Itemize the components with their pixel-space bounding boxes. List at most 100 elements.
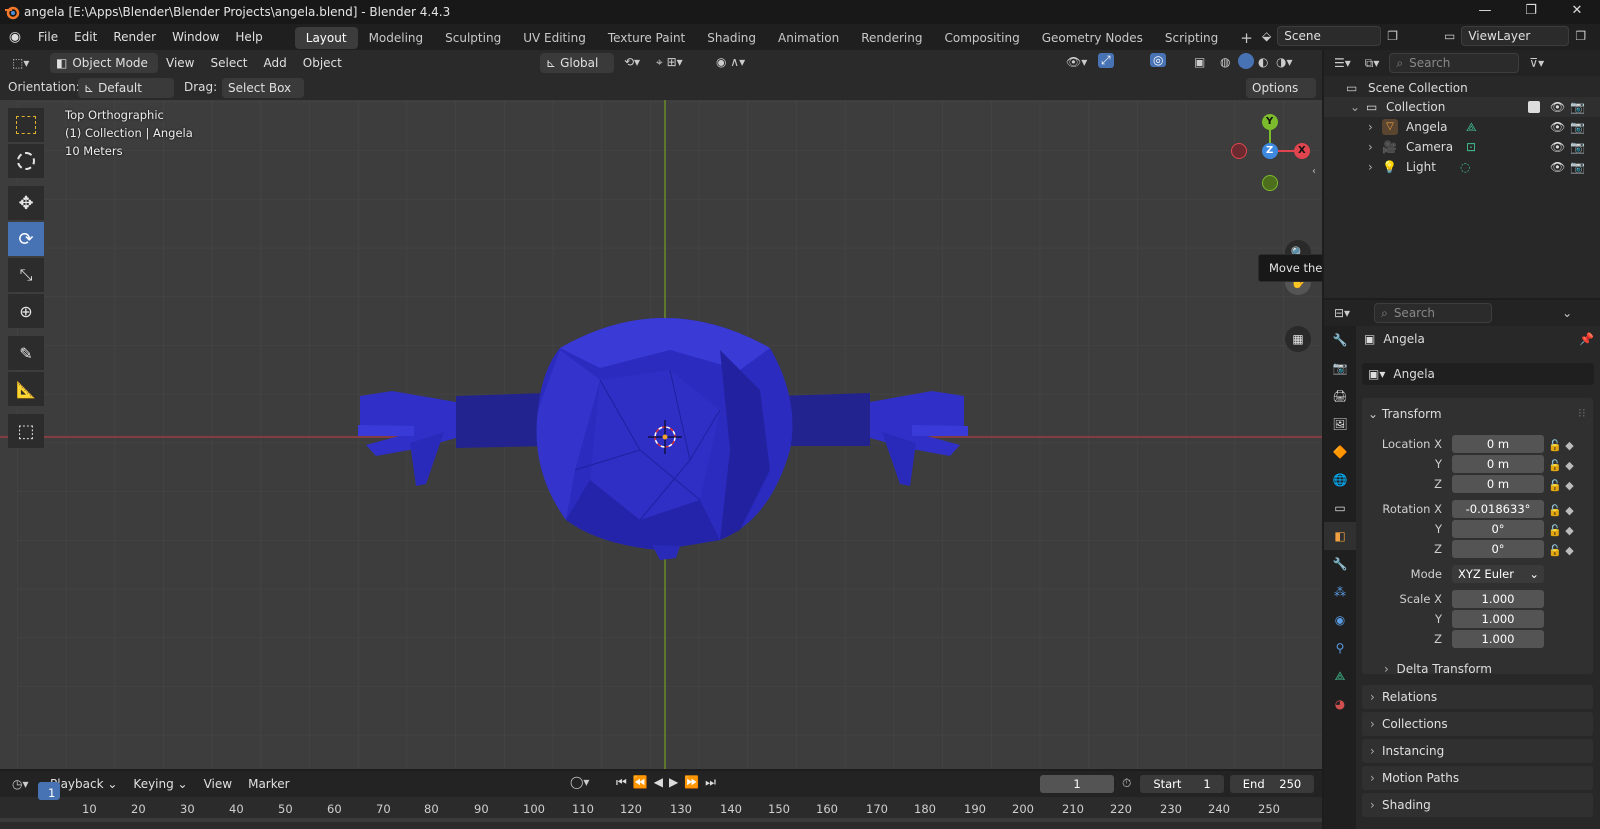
preview-range-icon[interactable]: ⏱ (1122, 776, 1131, 791)
measure-tool[interactable]: 📐 (8, 372, 44, 406)
tab-physics[interactable]: ◉ (1324, 606, 1356, 634)
scene-icon[interactable]: ⬙ (1262, 29, 1271, 43)
outliner-item-angela[interactable]: › ▽ Angela ⟁ 👁 📷 (1324, 117, 1600, 137)
select-box-tool[interactable] (8, 108, 44, 142)
outliner-item-camera[interactable]: › 🎥 Camera ⊡ 👁 📷 (1324, 137, 1600, 157)
new-scene-icon[interactable]: ❐ (1387, 29, 1398, 43)
collection-checkbox[interactable] (1528, 101, 1540, 113)
transform-orientation-selector[interactable]: ⊾ Global (540, 53, 614, 73)
menu-help[interactable]: Help (227, 24, 270, 50)
delta-transform-header[interactable]: › Delta Transform (1384, 662, 1492, 676)
location-z-field[interactable]: 0 m (1452, 475, 1544, 493)
minimize-button[interactable]: — (1462, 0, 1508, 24)
angela-eye-icon[interactable]: 👁 (1550, 117, 1565, 137)
tab-data[interactable]: ⟁ (1324, 662, 1356, 690)
lock-icon[interactable]: 🔓 ◆ (1548, 501, 1574, 521)
expand-icon[interactable]: › (1368, 137, 1373, 157)
filter-icon[interactable]: ⊽▾ (1529, 56, 1544, 70)
tab-uv-editing[interactable]: UV Editing (512, 27, 597, 49)
expand-icon[interactable]: › (1368, 117, 1373, 137)
maximize-button[interactable]: ❐ (1508, 0, 1554, 24)
rotation-mode-dropdown[interactable]: XYZ Euler ⌄ (1452, 565, 1544, 583)
menu-window[interactable]: Window (164, 24, 227, 50)
tab-layout[interactable]: Layout (294, 27, 358, 49)
location-x-field[interactable]: 0 m (1452, 435, 1544, 453)
tab-render[interactable]: 📷 (1324, 354, 1356, 382)
collections-section[interactable]: › Collections (1362, 712, 1593, 736)
3d-viewport[interactable]: ⬚▾ ◧ Object Mode View Select Add Object ⊾… (0, 50, 1322, 769)
tab-geometry-nodes[interactable]: Geometry Nodes (1031, 27, 1154, 49)
scene-collection-row[interactable]: ▭ Scene Collection (1324, 78, 1600, 98)
timeline-menu-marker[interactable]: Marker (240, 771, 297, 797)
shading-solid-icon[interactable] (1238, 53, 1254, 69)
expand-icon[interactable]: › (1368, 157, 1373, 177)
shading-section[interactable]: › Shading (1362, 793, 1593, 817)
drag-dropdown[interactable]: Select Box (222, 78, 304, 98)
location-y-field[interactable]: 0 m (1452, 455, 1544, 473)
collection-eye-icon[interactable]: 👁 (1550, 97, 1565, 117)
rotation-x-field[interactable]: -0.018633° (1452, 500, 1544, 518)
options-dropdown[interactable]: Options (1246, 78, 1316, 98)
properties-search[interactable]: ⌕ Search (1374, 303, 1493, 323)
tab-rendering[interactable]: Rendering (850, 27, 933, 49)
pivot-icon[interactable]: ⟲▾ (624, 55, 640, 69)
scene-selector[interactable]: Scene (1277, 26, 1382, 46)
playback-controls[interactable]: ⏮⏪◀▶⏩⏭ (616, 775, 722, 790)
sidebar-toggle-icon[interactable]: ‹ (1312, 166, 1316, 177)
pin-icon[interactable]: 📌 (1579, 332, 1594, 346)
tab-object[interactable]: ◧ (1324, 522, 1356, 550)
viewport-menu-select[interactable]: Select (202, 50, 255, 76)
viewport-menu-object[interactable]: Object (295, 50, 350, 76)
tab-output[interactable]: 🖨 (1324, 382, 1356, 410)
outliner-search[interactable]: ⌕ Search (1389, 53, 1520, 73)
tab-material[interactable]: ◕ (1324, 690, 1356, 718)
toggle-camera-button[interactable]: ▦ (1285, 326, 1311, 352)
tab-modeling[interactable]: Modeling (358, 27, 435, 49)
timeline-scrollbar[interactable] (0, 818, 1322, 822)
add-workspace-icon[interactable]: + (1229, 27, 1264, 49)
mesh-data-icon[interactable]: ⟁ (1466, 117, 1477, 137)
visibility-icon[interactable]: 👁▾ (1066, 55, 1087, 69)
rotation-y-field[interactable]: 0° (1452, 520, 1544, 538)
xray-icon[interactable]: ▣ (1194, 55, 1205, 69)
add-cube-tool[interactable]: ⬚ (8, 414, 44, 448)
tab-constraints[interactable]: ⚲ (1324, 634, 1356, 662)
tab-world[interactable]: 🌐 (1324, 466, 1356, 494)
proportional-edit-icon[interactable]: ◉ ∧▾ (716, 55, 745, 69)
overlays-toggle-icon[interactable]: ◎ (1150, 53, 1167, 67)
panel-drag-icon[interactable]: ⁝⁝ (1578, 406, 1586, 420)
cursor-tool[interactable] (8, 144, 44, 178)
tab-particles[interactable]: ⁂ (1324, 578, 1356, 606)
properties-editor-icon[interactable]: ⊟▾ (1334, 306, 1350, 320)
gizmo-toggle-icon[interactable]: ⤢ (1098, 53, 1114, 68)
snap-icon[interactable]: ⌖ ⊞▾ (656, 55, 683, 70)
camera-render-icon[interactable]: 📷 (1570, 137, 1585, 157)
tab-scene[interactable]: 🔶 (1324, 438, 1356, 466)
instancing-section[interactable]: › Instancing (1362, 739, 1593, 763)
orientation-dropdown[interactable]: ⊾ Default (78, 78, 174, 98)
viewlayer-selector[interactable]: ViewLayer (1461, 26, 1570, 46)
blender-menu-icon[interactable]: ◉ (0, 29, 30, 45)
timeline-menu-keying[interactable]: Keying ⌄ (125, 771, 195, 797)
collection-expand-icon[interactable]: ⌄ (1350, 97, 1360, 117)
relations-section[interactable]: › Relations (1362, 685, 1593, 709)
collection-row[interactable]: ⌄ ▭ Collection 👁 📷 (1324, 97, 1600, 117)
collection-camera-icon[interactable]: 📷 (1570, 97, 1585, 117)
light-data-icon[interactable]: ◌ (1460, 157, 1470, 177)
camera-data-icon[interactable]: ⊡ (1466, 137, 1476, 157)
viewport-menu-view[interactable]: View (158, 50, 202, 76)
move-tool[interactable]: ✥ (8, 186, 44, 220)
start-frame-field[interactable]: Start 1 (1140, 775, 1224, 793)
scale-tool[interactable]: ⤡ (8, 258, 44, 292)
outliner-item-light[interactable]: › 💡 Light ◌ 👁 📷 (1324, 157, 1600, 177)
scale-y-field[interactable]: 1.000 (1452, 610, 1544, 628)
shading-rendered-icon[interactable]: ◑▾ (1276, 55, 1293, 69)
transform-tool[interactable]: ⊕ (8, 294, 44, 328)
object-datablock-field[interactable]: ▣▾ Angela (1362, 363, 1594, 385)
outliner-editor-icon[interactable]: ☰▾ (1334, 56, 1351, 70)
lock-icon[interactable]: 🔓 ◆ (1548, 436, 1574, 456)
properties-options-icon[interactable]: ⌄ (1562, 306, 1572, 320)
tab-compositing[interactable]: Compositing (933, 27, 1030, 49)
lock-icon[interactable]: 🔓 ◆ (1548, 541, 1574, 561)
tab-texture-paint[interactable]: Texture Paint (597, 27, 696, 49)
